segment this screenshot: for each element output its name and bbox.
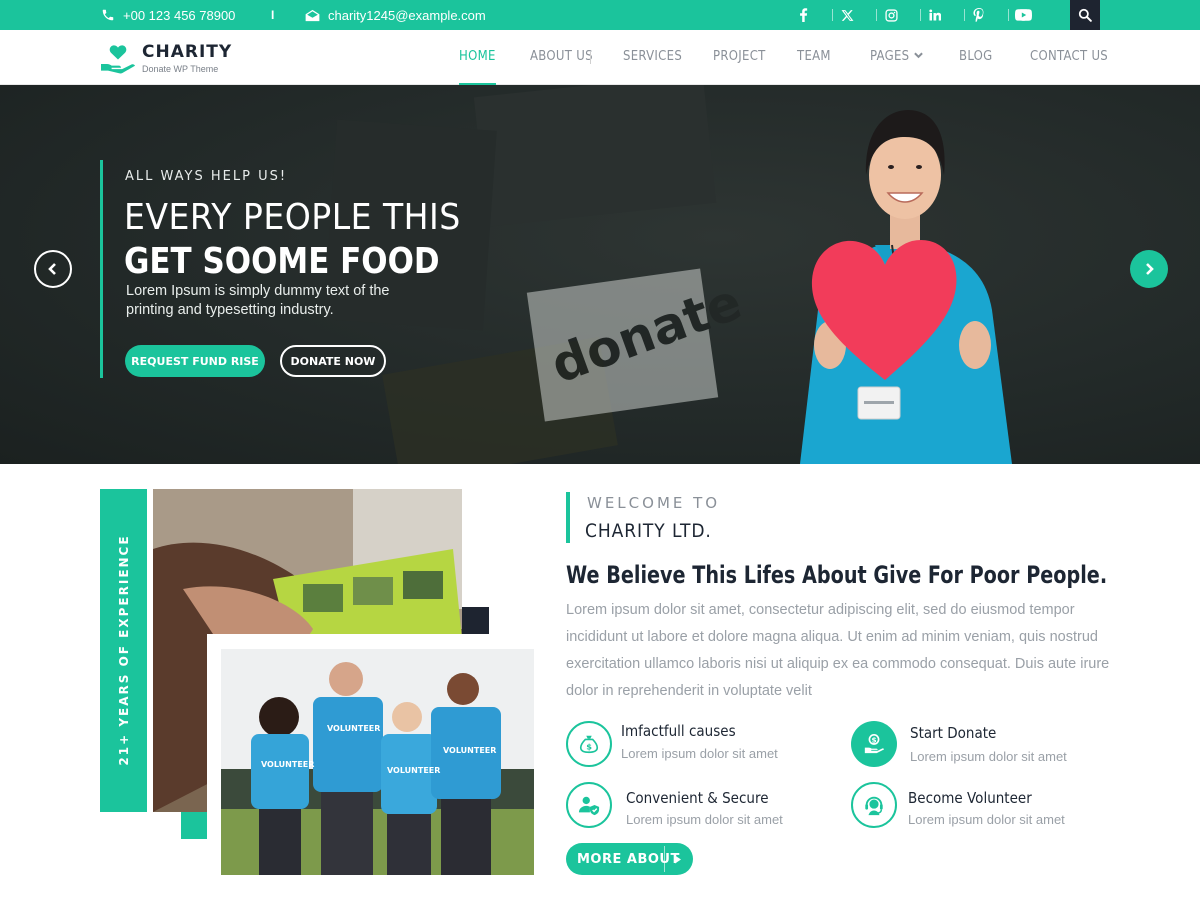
svg-text:$: $: [586, 742, 592, 752]
email-address: charity1245@example.com: [328, 7, 486, 23]
linkedin-icon[interactable]: [920, 0, 950, 30]
nav-pages-label: PAGES: [870, 49, 910, 64]
feature-title: Start Donate: [910, 724, 997, 742]
volunteers-group-image: VOLUNTEER VOLUNTEER VOLUNTEER VOLUNTEER: [221, 649, 534, 875]
more-about-button[interactable]: MORE ABOUT: [566, 843, 693, 875]
feature-convenient-secure: Convenient & Secure Lorem ipsum dolor si…: [566, 782, 826, 828]
search-icon: [1078, 8, 1092, 22]
logo-subtitle: Donate WP Theme: [142, 63, 219, 74]
feature-start-donate: $ Start Donate Lorem ipsum dolor sit ame…: [851, 721, 1101, 767]
experience-text: 21+ YEARS OF EXPERIENCE: [117, 534, 131, 766]
email-contact[interactable]: charity1245@example.com: [305, 0, 486, 30]
phone-number: +00 123 456 78900: [123, 7, 236, 23]
slider-prev-button[interactable]: [34, 250, 72, 288]
instagram-icon[interactable]: [876, 0, 906, 30]
nav-contact-us[interactable]: CONTACT US: [1030, 49, 1108, 64]
nav-team[interactable]: TEAM: [797, 49, 831, 64]
about-description: Lorem ipsum dolor sit amet, consectetur …: [566, 602, 1110, 699]
donate-now-button[interactable]: DONATE NOW: [280, 345, 386, 377]
menu-divider: [590, 52, 591, 64]
envelope-icon: [305, 9, 320, 21]
slider-next-button[interactable]: [1130, 250, 1168, 288]
feature-title: Convenient & Secure: [626, 789, 769, 807]
about-heading: We Believe This Lifes About Give For Poo…: [566, 561, 1108, 589]
heart-hand-logo-icon: [101, 45, 135, 74]
chevron-left-icon: [48, 263, 56, 275]
shirt-text: VOLUNTEER: [327, 724, 380, 733]
feature-desc: Lorem ipsum dolor sit amet: [621, 746, 778, 761]
facebook-icon[interactable]: [788, 0, 818, 30]
phone-contact[interactable]: +00 123 456 78900: [101, 0, 235, 30]
shirt-text: VOLUNTEER: [443, 746, 496, 755]
x-twitter-icon[interactable]: [832, 0, 862, 30]
site-logo[interactable]: CHARITY Donate WP Theme: [100, 41, 232, 75]
feature-title: Become Volunteer: [908, 789, 1032, 807]
svg-text:$: $: [872, 736, 877, 745]
volunteer-holding-heart-image: [800, 110, 1012, 464]
logo-title: CHARITY: [142, 41, 233, 62]
hero-description: Lorem Ipsum is simply dummy text of the …: [126, 283, 390, 318]
money-bag-icon: $: [566, 721, 612, 767]
welcome-title: CHARITY LTD.: [585, 520, 712, 542]
hero-slider: donate ALL WAYS HELP US! EVERY PEOPLE TH…: [0, 85, 1200, 464]
shirt-text: VOLUNTEER: [261, 760, 314, 769]
hero-title-line1: EVERY PEOPLE THIS: [124, 197, 461, 238]
play-arrow-icon: [664, 846, 690, 872]
feature-desc: Lorem ipsum dolor sit amet: [910, 749, 1067, 764]
contact-separator: I: [271, 8, 275, 22]
top-bar: +00 123 456 78900 I charity1245@example.…: [0, 0, 1200, 30]
welcome-accent-line: [566, 492, 570, 543]
nav-services[interactable]: SERVICES: [623, 49, 682, 64]
hero-kicker: ALL WAYS HELP US!: [125, 169, 288, 184]
nav-home[interactable]: HOME: [459, 49, 496, 85]
feature-desc: Lorem ipsum dolor sit amet: [626, 812, 783, 827]
hero-title-line2: GET SOOME FOOD: [124, 241, 440, 282]
volunteer-headset-icon: [851, 782, 897, 828]
nav-project[interactable]: PROJECT: [713, 49, 766, 64]
nav-blog[interactable]: BLOG: [959, 49, 993, 64]
phone-icon: [102, 9, 114, 21]
nav-pages[interactable]: PAGES: [870, 49, 924, 64]
secure-user-icon: [566, 782, 612, 828]
request-fund-button[interactable]: REQUEST FUND RISE: [125, 345, 265, 377]
youtube-icon[interactable]: [1008, 0, 1038, 30]
chevron-down-icon: [914, 52, 924, 59]
social-links: [788, 0, 1052, 30]
shirt-text: VOLUNTEER: [387, 766, 440, 775]
decor-dark-square: [462, 607, 489, 634]
feature-desc: Lorem ipsum dolor sit amet: [908, 812, 1065, 827]
pinterest-icon[interactable]: [964, 0, 994, 30]
nav-about-us[interactable]: ABOUT US: [530, 49, 593, 64]
welcome-kicker: WELCOME TO: [587, 494, 721, 512]
donate-sign-text: donate: [543, 272, 749, 395]
donate-sign-image: donate: [526, 268, 749, 422]
donate-hand-icon: $: [851, 721, 897, 767]
hero-accent-line: [100, 160, 103, 378]
search-button[interactable]: [1070, 0, 1100, 30]
volunteers-photo: VOLUNTEER VOLUNTEER VOLUNTEER VOLUNTEER: [221, 649, 534, 875]
main-navbar: CHARITY Donate WP Theme HOME ABOUT US SE…: [0, 30, 1200, 85]
chevron-right-icon: [1146, 263, 1154, 275]
hero-bg-box: [473, 85, 717, 227]
feature-impactful-causes: $ Imfactfull causes Lorem ipsum dolor si…: [566, 721, 826, 767]
decor-green-square: [181, 812, 208, 839]
feature-become-volunteer: Become Volunteer Lorem ipsum dolor sit a…: [851, 782, 1101, 828]
feature-title: Imfactfull causes: [621, 722, 736, 740]
